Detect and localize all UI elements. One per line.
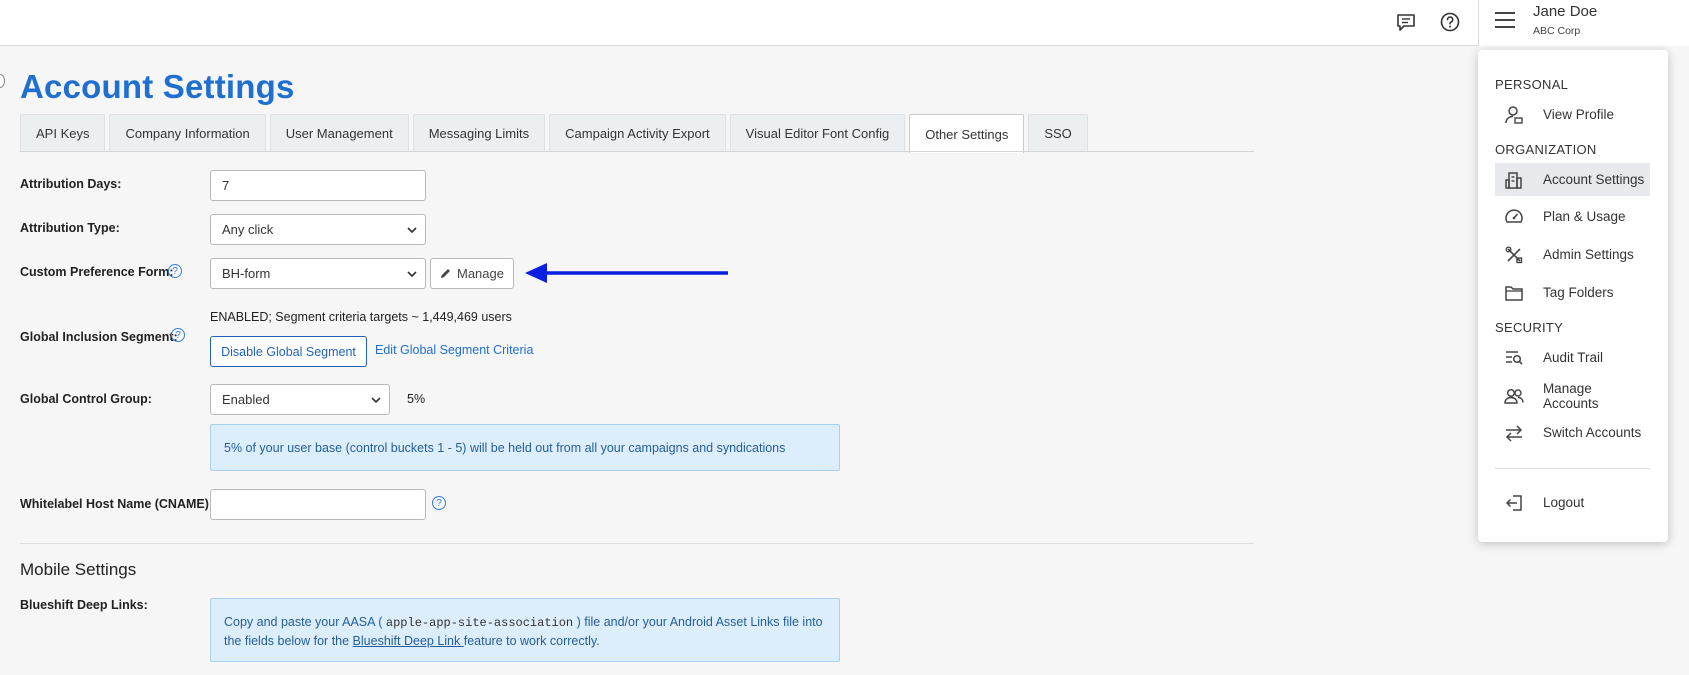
personal-header: PERSONAL: [1495, 77, 1569, 92]
custom-pref-value: BH-form: [222, 266, 271, 281]
question-icon[interactable]: ?: [432, 496, 446, 510]
chevron-down-icon: [371, 396, 381, 403]
hamburger-icon[interactable]: [1495, 12, 1517, 30]
menu-item-label: Logout: [1543, 495, 1585, 510]
tab-messaging-limits[interactable]: Messaging Limits: [412, 114, 546, 152]
menu-item-audit-trail[interactable]: Audit Trail: [1495, 341, 1650, 374]
chat-icon[interactable]: [1393, 9, 1419, 35]
user-name: Jane Doe: [1533, 3, 1598, 20]
arrow-annotation: [525, 263, 728, 283]
logout-icon: [1503, 492, 1525, 514]
page-title: Account Settings: [20, 68, 295, 105]
deep-links-info-text: the fields below for the: [224, 634, 353, 648]
menu-item-label: Plan & Usage: [1543, 209, 1626, 224]
org-name: ABC Corp: [1533, 25, 1581, 37]
manage-button[interactable]: Manage: [430, 258, 514, 289]
disable-global-segment-button[interactable]: Disable Global Segment: [210, 336, 367, 367]
attribution-days-input[interactable]: 7: [210, 170, 426, 201]
cname-label: Whitelabel Host Name (CNAME):: [20, 497, 214, 511]
user-menu-toggle[interactable]: Jane Doe ABC Corp: [1478, 0, 1689, 46]
blueshift-deep-link[interactable]: Blueshift Deep Link: [353, 634, 464, 648]
deep-links-info-text: ) file and/or your Android Asset Links f…: [573, 615, 823, 629]
folder-icon: [1503, 282, 1525, 304]
tab-sso[interactable]: SSO: [1028, 114, 1088, 152]
menu-item-switch-accounts[interactable]: Switch Accounts: [1495, 416, 1650, 449]
settings-tabs: API Keys Company Information User Manage…: [20, 114, 1092, 153]
menu-item-label: Manage Accounts: [1542, 380, 1599, 411]
global-inclusion-status: ENABLED; Segment criteria targets ~ 1,44…: [210, 310, 512, 324]
menu-item-label: Account Settings: [1543, 172, 1645, 187]
building-icon: [1503, 169, 1525, 191]
tab-visual-editor-font-config[interactable]: Visual Editor Font Config: [729, 114, 906, 152]
menu-item-view-profile[interactable]: View Profile: [1495, 98, 1650, 131]
audit-search-icon: [1503, 347, 1525, 369]
organization-header: ORGANIZATION: [1495, 142, 1597, 157]
deep-links-label: Blueshift Deep Links:: [20, 598, 148, 612]
menu-item-account-settings[interactable]: Account Settings: [1495, 163, 1650, 196]
control-group-select[interactable]: Enabled: [210, 384, 390, 415]
deep-links-info-text: Copy and paste your AASA (: [224, 615, 386, 629]
tab-company-information[interactable]: Company Information: [109, 114, 266, 152]
gauge-icon: [1503, 206, 1525, 228]
edit-global-segment-link[interactable]: Edit Global Segment Criteria: [375, 343, 533, 357]
menu-item-plan-usage[interactable]: Plan & Usage: [1495, 200, 1650, 233]
control-group-info-box: 5% of your user base (control buckets 1 …: [210, 424, 840, 471]
global-inclusion-label: Global Inclusion Segment:: [20, 330, 178, 344]
chevron-down-icon: [407, 270, 417, 277]
section-divider: [20, 543, 1254, 544]
help-icon[interactable]: [1437, 9, 1463, 35]
question-icon[interactable]: ?: [171, 328, 185, 342]
menu-item-label: Admin Settings: [1543, 247, 1634, 262]
top-bar: Jane Doe ABC Corp: [0, 0, 1689, 46]
menu-divider: [1495, 468, 1650, 469]
control-group-value: Enabled: [222, 392, 270, 407]
menu-item-logout[interactable]: Logout: [1495, 486, 1650, 519]
menu-item-label: View Profile: [1543, 107, 1615, 122]
tools-icon: [1503, 244, 1525, 266]
security-header: SECURITY: [1495, 320, 1564, 335]
menu-item-label: Tag Folders: [1543, 285, 1614, 300]
mobile-settings-title: Mobile Settings: [20, 560, 137, 579]
control-group-percent: 5%: [407, 392, 426, 406]
menu-item-admin-settings[interactable]: Admin Settings: [1495, 238, 1650, 271]
attribution-type-label: Attribution Type:: [20, 221, 120, 235]
menu-item-tag-folders[interactable]: Tag Folders: [1495, 276, 1650, 309]
tab-user-management[interactable]: User Management: [269, 114, 409, 152]
users-icon: [1503, 385, 1525, 407]
menu-item-label: Audit Trail: [1543, 350, 1604, 365]
deep-links-info-line-1: Copy and paste your AASA ( apple-app-sit…: [224, 613, 839, 632]
tab-api-keys[interactable]: API Keys: [20, 114, 106, 152]
tab-campaign-activity-export[interactable]: Campaign Activity Export: [549, 114, 726, 152]
control-group-label: Global Control Group:: [20, 392, 152, 406]
user-dropdown-menu: PERSONAL View Profile ORGANIZATION Accou…: [1478, 50, 1668, 542]
attribution-type-value: Any click: [222, 222, 274, 237]
switch-arrows-icon: [1503, 422, 1525, 444]
deep-links-info-box: Copy and paste your AASA ( apple-app-sit…: [210, 598, 840, 662]
control-group-info-text: 5% of your user base (control buckets 1 …: [224, 441, 786, 455]
custom-pref-select[interactable]: BH-form: [210, 258, 426, 289]
deep-links-info-line-2: the fields below for the Blueshift Deep …: [224, 632, 839, 650]
cname-input[interactable]: [210, 489, 426, 520]
tab-divider: [20, 151, 1254, 152]
deep-links-info-text: feature to work correctly.: [463, 634, 600, 648]
tab-other-settings[interactable]: Other Settings: [909, 114, 1025, 153]
aasa-code: apple-app-site-association: [385, 616, 574, 630]
attribution-type-select[interactable]: Any click: [210, 214, 426, 245]
question-icon[interactable]: ?: [168, 264, 182, 278]
custom-pref-label: Custom Preference Form:: [20, 265, 174, 279]
user-profile-icon: [1503, 104, 1525, 126]
pencil-icon: [441, 269, 450, 278]
collapse-handle-icon[interactable]: [0, 74, 5, 88]
manage-button-label: Manage: [457, 266, 504, 281]
attribution-days-label: Attribution Days:: [20, 177, 122, 191]
menu-item-manage-accounts[interactable]: Manage Accounts: [1495, 379, 1650, 412]
menu-item-label: Switch Accounts: [1543, 425, 1642, 440]
chevron-down-icon: [407, 226, 417, 233]
